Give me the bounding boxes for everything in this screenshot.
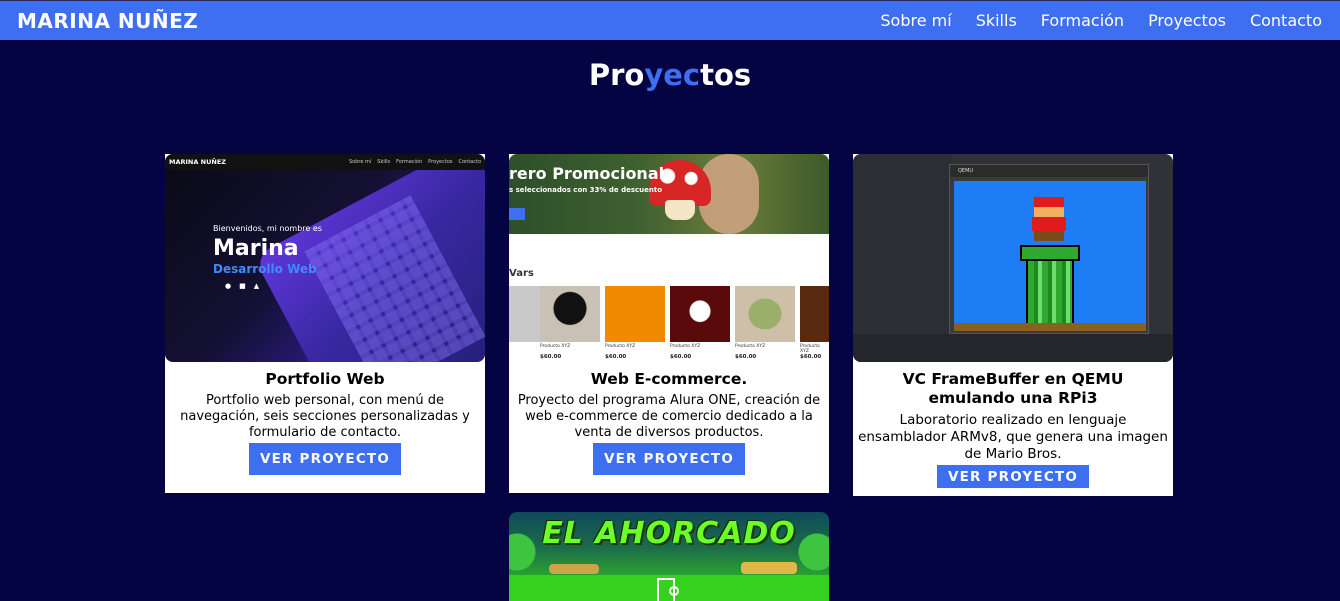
ver-proyecto-button[interactable]: VER PROYECTO [593,443,745,475]
product-label: Producto XYZ [670,344,701,349]
thumb-nav-links: Sobre mí Skills Formación Proyectos Cont… [349,159,481,165]
project-card-body: Portfolio Web Portfolio web personal, co… [165,370,485,493]
project-card-qemu: QEMU VC FrameBuffer en QEMU emulando una… [853,154,1173,496]
product-image [670,286,730,342]
nav-links: Sobre mí Skills Formación Proyectos Cont… [880,11,1322,30]
product-image [735,286,795,342]
project-thumbnail-ecommerce: rero Promocional s seleccionados con 33%… [509,154,829,362]
mario-graphic [1034,231,1064,241]
product-price: $60.00 [800,354,822,360]
nav-link-sobre-mi[interactable]: Sobre mí [880,11,951,30]
terminal-graphic [853,154,953,362]
section-title: Proyectos [0,58,1340,92]
hangman-head-graphic [669,586,679,596]
linkedin-icon: ■ [239,282,246,290]
mario-graphic [1032,217,1066,231]
project-card-ahorcado: EL AHORCADO [509,512,829,601]
product-label: Producto XYZ [605,344,636,349]
project-card-portfolio: MARINA NUÑEZ Sobre mí Skills Formación P… [165,154,485,493]
product-price: $60.00 [735,354,757,360]
nav-link-contacto[interactable]: Contacto [1250,11,1322,30]
product-price: $60.00 [540,354,562,360]
product-price: $60.00 [670,354,692,360]
banner-button [509,208,525,220]
product-label: Producto XYZ [540,344,571,349]
pipe-graphic [1026,261,1074,327]
thumb-role: Desarrollo Web [213,262,317,276]
project-description: Proyecto del programa Alura ONE, creació… [517,393,821,440]
project-card-ecommerce: rero Promocional s seleccionados con 33%… [509,154,829,493]
terminal-bottom-graphic [853,334,1173,362]
product-label: Producto XYZ [800,344,820,354]
mushroom-stem-graphic [665,200,695,220]
product-image [800,286,829,342]
nav-link-formacion[interactable]: Formación [1041,11,1124,30]
rock-graphic [549,564,599,574]
product-image [540,286,600,342]
thumb-social-icons: ● ■ ▲ [225,282,259,290]
banner-title: rero Promocional [509,164,665,183]
mario-graphic [1034,207,1064,217]
game-title: EL AHORCADO [542,516,796,551]
section-title-accent: yec [644,58,701,92]
thumb-nav-link: Skills [377,159,391,165]
brand-logo[interactable]: MARINA NUÑEZ [17,9,198,33]
github-icon: ● [225,282,232,290]
ver-proyecto-button[interactable]: VER PROYECTO [937,465,1089,488]
mario-graphic [1034,197,1064,207]
qemu-window-title: QEMU [950,165,1148,177]
project-title: Web E-commerce. [590,370,748,388]
thumb-nav-link: Formación [396,159,423,165]
navbar: MARINA NUÑEZ Sobre mí Skills Formación P… [0,0,1340,40]
section-title-part3: tos [700,58,752,92]
project-description: Portfolio web personal, con menú de nave… [180,393,470,440]
rock-graphic [741,562,797,574]
project-thumbnail-portfolio: MARINA NUÑEZ Sobre mí Skills Formación P… [165,154,485,362]
nav-link-proyectos[interactable]: Proyectos [1148,11,1226,30]
qemu-window: QEMU [949,164,1149,334]
section-title-part1: Pro [588,58,645,92]
thumb-brand: MARINA NUÑEZ [169,158,226,166]
pipe-graphic [1020,245,1080,261]
thumb-name: Marina [213,236,299,261]
project-title: Portfolio Web [265,370,385,388]
thumb-nav-link: Contacto [458,159,481,165]
twitter-icon: ▲ [253,282,260,290]
floor-graphic [954,323,1146,331]
products-section-title: Vars [509,268,534,279]
product-price: $60.00 [605,354,627,360]
ver-proyecto-button[interactable]: VER PROYECTO [249,443,401,475]
project-title: VC FrameBuffer en QEMU emulando una RPi3 [902,370,1124,407]
project-card-body: VC FrameBuffer en QEMU emulando una RPi3… [853,370,1173,496]
project-thumbnail-ahorcado: EL AHORCADO [509,512,829,601]
project-thumbnail-qemu: QEMU [853,154,1173,362]
project-card-body: Web E-commerce. Proyecto del programa Al… [509,370,829,493]
thumb-welcome: Bienvenidos, mi nombre es [213,224,322,233]
banner-subtitle: s seleccionados con 33% de descuento [509,186,663,194]
framebuffer-screen [954,181,1146,331]
thumb-navbar: MARINA NUÑEZ Sobre mí Skills Formación P… [165,154,485,170]
product-image [509,286,569,342]
product-label: Producto XYZ [735,344,766,349]
thumb-nav-link: Sobre mí [348,159,372,165]
project-description: Laboratorio realizado en lenguaje ensamb… [858,412,1168,462]
nav-link-skills[interactable]: Skills [976,11,1017,30]
product-image [605,286,665,342]
thumb-nav-link: Proyectos [428,159,453,165]
